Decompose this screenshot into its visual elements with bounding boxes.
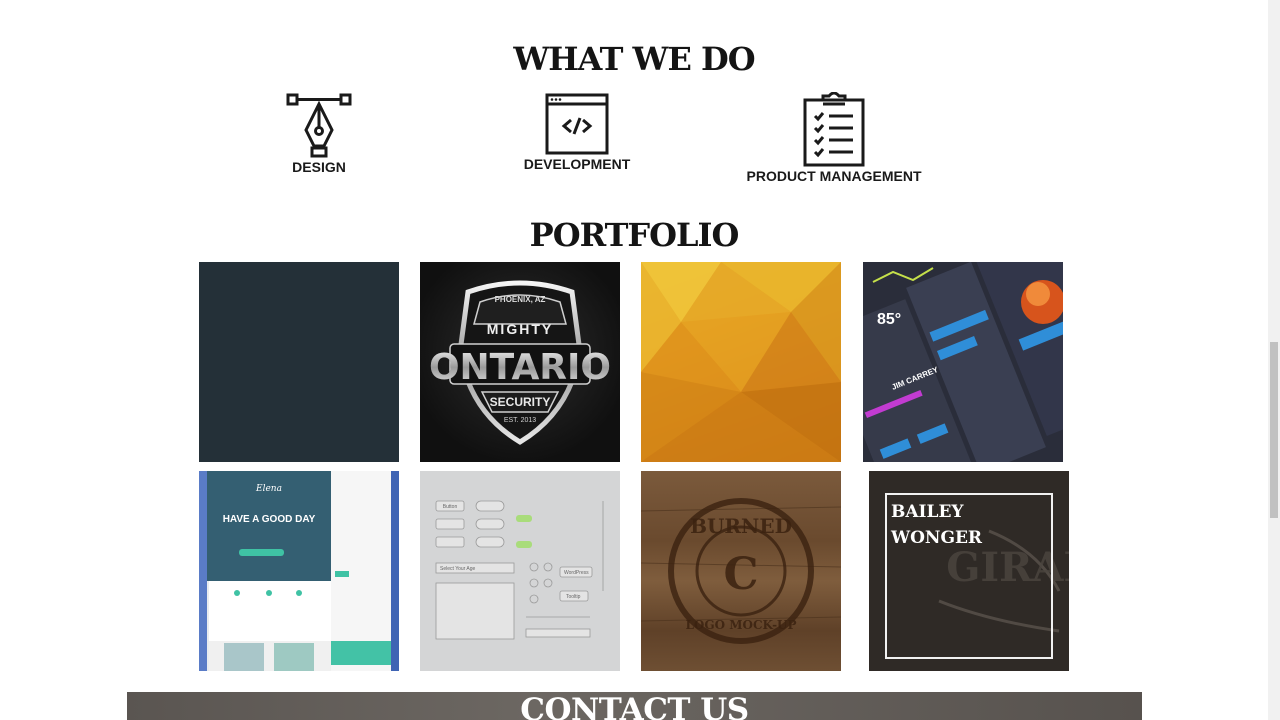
portfolio-web-template[interactable]: Elena HAVE A GOOD DAY <box>199 471 399 671</box>
kit-select-label: Select Your Age <box>440 566 476 572</box>
service-label: DESIGN <box>292 159 346 175</box>
service-design[interactable]: DESIGN <box>259 92 379 175</box>
web-template-brand: Elena <box>255 484 282 494</box>
burned-letter: C <box>723 549 758 600</box>
bailey-line-1: BAILEY <box>891 502 964 522</box>
portfolio-dark-ui-kit[interactable]: 85° JIM CARREY <box>863 262 1063 462</box>
ontario-est-text: EST. 2013 <box>504 417 536 424</box>
burned-bottom-text: LOGO MOCK-UP <box>685 618 796 632</box>
burned-top-text: BURNED <box>690 514 792 538</box>
kit-wp-label: WordPress <box>564 570 589 576</box>
service-label: PRODUCT MANAGEMENT <box>746 168 922 184</box>
portfolio-bailey-wonger[interactable]: GIRAF BAILEY WONGER <box>869 471 1069 671</box>
contact-title: CONTACT US <box>520 692 749 720</box>
ontario-top-text: PHOENIX, AZ <box>495 295 546 304</box>
bailey-wonger-text: BAILEY WONGER <box>891 499 982 551</box>
bailey-line-2: WONGER <box>891 528 983 548</box>
kit-tooltip-label: Tooltip <box>566 594 581 600</box>
web-template-headline: HAVE A GOOD DAY <box>223 514 316 525</box>
pen-tool-icon <box>259 92 379 160</box>
portfolio-light-ui-kit[interactable]: Button Select Your Age WordPress Tooltip <box>420 471 620 671</box>
service-product-management[interactable]: PRODUCT MANAGEMENT <box>744 92 924 184</box>
scrollbar-thumb[interactable] <box>1270 342 1278 518</box>
service-label: DEVELOPMENT <box>523 156 631 172</box>
portfolio-dark-tile[interactable] <box>199 262 399 462</box>
ontario-mighty-text: MIGHTY <box>487 321 553 337</box>
scrollbar[interactable] <box>1268 0 1280 720</box>
portfolio-polygon-orange[interactable] <box>641 262 841 462</box>
page: WHAT WE DO DESIGN DEVELOPMENT PRODUCT MA… <box>0 0 1268 720</box>
contact-section: CONTACT US <box>127 692 1142 720</box>
kit-button-label: Button <box>443 504 458 510</box>
service-development[interactable]: DEVELOPMENT <box>512 92 642 172</box>
ui-kit-temp: 85° <box>877 311 901 328</box>
portfolio-ontario-logo[interactable]: PHOENIX, AZ MIGHTY ONTARIO SECURITY EST.… <box>420 262 620 462</box>
ontario-main-text: ONTARIO <box>429 347 611 388</box>
code-window-icon <box>512 92 642 156</box>
clipboard-checklist-icon <box>744 92 924 168</box>
portfolio-title: PORTFOLIO <box>529 216 740 254</box>
what-we-do-title: WHAT WE DO <box>513 40 755 78</box>
ontario-sub-text: SECURITY <box>490 395 551 409</box>
portfolio-burned-logo[interactable]: BURNED C LOGO MOCK-UP <box>641 471 841 671</box>
